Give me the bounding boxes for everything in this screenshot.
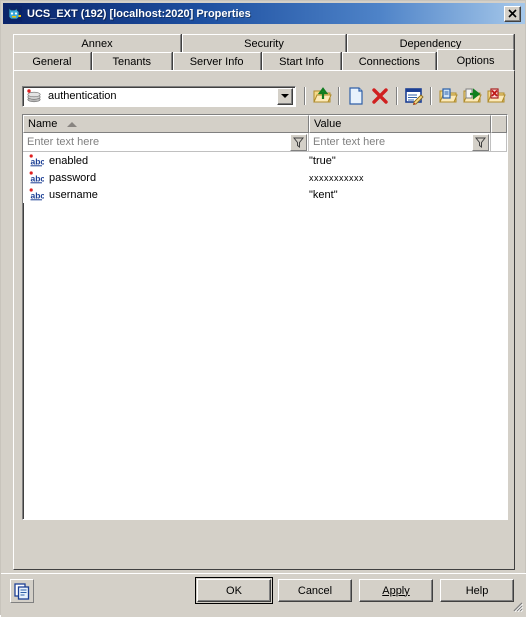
properties-dialog: UCS_EXT (192) [localhost:2020] Propertie… — [0, 0, 526, 617]
folder-blue-icon — [439, 88, 458, 103]
tab-label: Server Info — [189, 55, 244, 68]
folder-red-icon — [487, 88, 506, 103]
export-folder-button[interactable] — [461, 85, 483, 107]
svg-text:abc: abc — [31, 191, 45, 201]
row-value-cell: "kent" — [309, 186, 491, 203]
help-button-label: Help — [465, 584, 489, 597]
ok-button-label: OK — [226, 584, 242, 597]
grid-filter-row: Enter text here Enter text here — [23, 133, 507, 152]
row-name-label: password — [49, 171, 97, 184]
filter-cell-value: Enter text here — [309, 133, 491, 152]
tab-label: Dependency — [399, 37, 462, 50]
tab-label: Tenants — [112, 55, 152, 68]
filter-input-value[interactable]: Enter text here — [309, 136, 472, 148]
funnel-filter-icon — [293, 137, 304, 148]
svg-text:abc: abc — [31, 174, 45, 184]
filter-cell-filler — [491, 133, 507, 152]
new-item-button[interactable] — [345, 85, 367, 107]
tab-tenants[interactable]: Tenants — [91, 52, 172, 70]
row-value-cell: "true" — [309, 152, 491, 169]
remove-folder-button[interactable] — [485, 85, 507, 107]
import-folder-button[interactable] — [437, 85, 459, 107]
toolbar-divider — [304, 87, 306, 105]
abc-string-icon: abc — [29, 171, 45, 184]
tab-label: Connections — [358, 55, 420, 68]
folder-green-arrow-icon — [463, 88, 482, 103]
tab-label: Annex — [81, 37, 113, 50]
options-toolbar: authentication — [22, 83, 508, 109]
abc-string-icon: abc — [29, 188, 45, 201]
tab-annex[interactable]: Annex — [13, 34, 181, 52]
copy-button[interactable] — [10, 579, 34, 603]
table-row[interactable]: abc username "kent" — [23, 186, 507, 203]
toolbar-divider — [430, 87, 432, 105]
filter-cell-name: Enter text here — [23, 133, 309, 152]
row-value-label: "true" — [309, 154, 336, 167]
title-bar: UCS_EXT (192) [localhost:2020] Propertie… — [3, 3, 525, 24]
tab-label: Options — [456, 55, 495, 67]
row-name-cell: abc password — [23, 169, 309, 186]
column-header-value[interactable]: Value — [309, 115, 491, 133]
layers-icon — [26, 89, 42, 103]
folder-up-button[interactable] — [311, 85, 333, 107]
app-icon — [6, 5, 22, 22]
table-row[interactable]: abc password xxxxxxxxxxx — [23, 169, 507, 186]
tab-start-info[interactable]: Start Info — [261, 52, 342, 70]
namespace-combobox[interactable]: authentication — [22, 85, 296, 107]
cancel-button-label: Cancel — [297, 584, 333, 597]
chevron-down-icon[interactable] — [277, 87, 293, 105]
edit-properties-icon — [405, 88, 424, 106]
column-header-label: Name — [28, 118, 58, 130]
filter-button-name[interactable] — [290, 133, 307, 151]
grid-header-row: Name Value — [23, 115, 507, 133]
delete-x-icon — [372, 88, 388, 104]
close-icon — [508, 9, 517, 18]
row-name-cell: abc username — [23, 186, 309, 203]
row-value-label: xxxxxxxxxxx — [309, 172, 364, 183]
namespace-combobox-value: authentication — [48, 90, 117, 102]
filter-input-name[interactable]: Enter text here — [23, 136, 290, 148]
row-name-label: username — [49, 188, 98, 201]
row-value-label: "kent" — [309, 188, 338, 201]
delete-item-button[interactable] — [369, 85, 391, 107]
window-title: UCS_EXT (192) [localhost:2020] Propertie… — [27, 7, 251, 20]
edit-item-button[interactable] — [403, 85, 425, 107]
copy-icon — [14, 583, 30, 600]
column-header-filler — [491, 115, 507, 133]
cancel-button[interactable]: Cancel — [278, 579, 352, 602]
column-header-name[interactable]: Name — [23, 115, 309, 133]
apply-button[interactable]: Apply — [359, 579, 433, 602]
apply-button-label: Apply — [382, 584, 410, 597]
tab-connections[interactable]: Connections — [342, 52, 437, 70]
abc-string-icon: abc — [29, 154, 45, 167]
help-button[interactable]: Help — [440, 579, 514, 602]
tab-security[interactable]: Security — [182, 34, 346, 52]
new-document-icon — [349, 87, 363, 105]
tab-general[interactable]: General — [13, 52, 91, 70]
folder-up-icon — [313, 87, 332, 103]
table-row[interactable]: abc enabled "true" — [23, 152, 507, 169]
svg-text:abc: abc — [31, 157, 45, 167]
resize-grip[interactable] — [511, 600, 524, 613]
tab-label: Security — [244, 37, 284, 50]
tab-label: General — [32, 55, 72, 68]
options-grid: Name Value Enter text here Enter text he… — [22, 114, 508, 520]
sort-ascending-icon — [67, 121, 78, 127]
tab-server-info[interactable]: Server Info — [172, 52, 261, 70]
column-header-label: Value — [314, 118, 342, 130]
options-panel: authentication Name Value Enter text her… — [13, 70, 515, 570]
toolbar-divider — [338, 87, 340, 105]
toolbar-divider — [396, 87, 398, 105]
row-value-cell-masked: xxxxxxxxxxx — [309, 169, 491, 186]
ok-button[interactable]: OK — [195, 577, 273, 604]
tab-strip: Annex Security Dependency General Tenant… — [13, 34, 515, 70]
row-name-label: enabled — [49, 154, 89, 167]
tab-label: Start Info — [279, 55, 324, 68]
filter-button-value[interactable] — [472, 133, 489, 151]
tab-options[interactable]: Options — [437, 49, 515, 70]
close-button[interactable] — [504, 5, 521, 22]
row-name-cell: abc enabled — [23, 152, 309, 169]
tab-row-lower: General Tenants Server Info Start Info C… — [13, 49, 515, 70]
funnel-filter-icon — [475, 137, 486, 148]
